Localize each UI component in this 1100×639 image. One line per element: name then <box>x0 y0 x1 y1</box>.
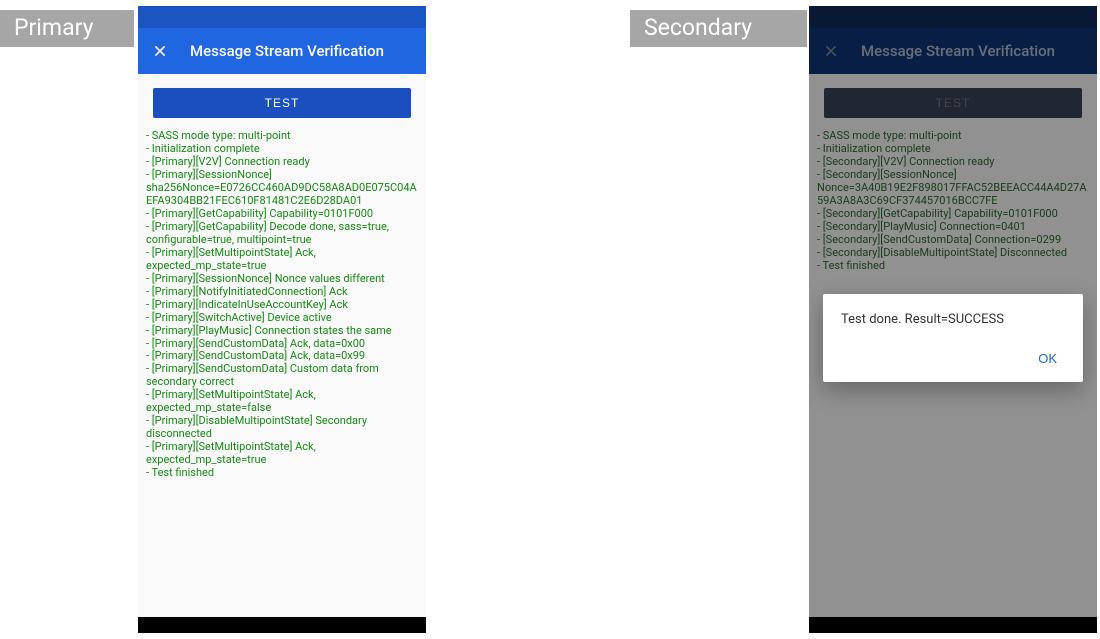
close-icon[interactable] <box>152 43 168 59</box>
log-line: - [Primary][SessionNonce] Nonce values d… <box>146 273 418 286</box>
phone-secondary: Message Stream Verification TEST - SASS … <box>809 6 1097 633</box>
content-area: TEST - SASS mode type: multi-point - Ini… <box>138 74 426 617</box>
log-line: - [Secondary][DisableMultipointState] Di… <box>817 247 1089 260</box>
log-line: - [Primary][V2V] Connection ready <box>146 156 418 169</box>
log-line: - [Primary][SwitchActive] Device active <box>146 312 418 325</box>
log-line: - Test finished <box>817 260 1089 273</box>
test-button[interactable]: TEST <box>824 88 1082 118</box>
nav-bar <box>809 617 1097 633</box>
log-line: - Initialization complete <box>817 143 1089 156</box>
log-line: - [Secondary][SendCustomData] Connection… <box>817 234 1089 247</box>
app-bar: Message Stream Verification <box>138 28 426 74</box>
log-line: - Initialization complete <box>146 143 418 156</box>
log-line: - [Primary][GetCapability] Decode done, … <box>146 221 418 247</box>
log-line: - [Secondary][V2V] Connection ready <box>817 156 1089 169</box>
log-line: - [Primary][SetMultipointState] Ack, exp… <box>146 441 418 467</box>
log-line: - [Secondary][PlayMusic] Connection=0401 <box>817 221 1089 234</box>
app-bar: Message Stream Verification <box>809 28 1097 74</box>
phone-primary: Message Stream Verification TEST - SASS … <box>138 6 426 633</box>
label-secondary: Secondary <box>630 10 807 47</box>
log-line: - [Primary][NotifyInitiatedConnection] A… <box>146 286 418 299</box>
log-line: - [Primary][SessionNonce] sha256Nonce=E0… <box>146 169 418 208</box>
dialog-actions: OK <box>841 345 1065 372</box>
log-line: - [Primary][IndicateInUseAccountKey] Ack <box>146 299 418 312</box>
log-line: - [Primary][SetMultipointState] Ack, exp… <box>146 247 418 273</box>
test-button[interactable]: TEST <box>153 88 411 118</box>
log-line: - [Secondary][GetCapability] Capability=… <box>817 208 1089 221</box>
log-line: - [Primary][DisableMultipointState] Seco… <box>146 415 418 441</box>
close-icon[interactable] <box>823 43 839 59</box>
log-output-primary: - SASS mode type: multi-point - Initiali… <box>144 130 420 480</box>
log-line: - [Primary][SetMultipointState] Ack, exp… <box>146 389 418 415</box>
dialog-ok-button[interactable]: OK <box>1030 345 1065 372</box>
log-line: - [Primary][GetCapability] Capability=01… <box>146 208 418 221</box>
app-title: Message Stream Verification <box>861 42 1055 60</box>
status-bar <box>809 6 1097 28</box>
dialog-message: Test done. Result=SUCCESS <box>841 312 1065 327</box>
result-dialog: Test done. Result=SUCCESS OK <box>823 294 1083 382</box>
status-bar <box>138 6 426 28</box>
log-line: - [Primary][PlayMusic] Connection states… <box>146 325 418 338</box>
nav-bar <box>138 617 426 633</box>
log-line: - Test finished <box>146 467 418 480</box>
log-line: - [Secondary][SessionNonce] Nonce=3A40B1… <box>817 169 1089 208</box>
log-line: - [Primary][SendCustomData] Custom data … <box>146 363 418 389</box>
app-title: Message Stream Verification <box>190 42 384 60</box>
log-output-secondary: - SASS mode type: multi-point - Initiali… <box>815 130 1091 273</box>
label-primary: Primary <box>0 10 134 47</box>
